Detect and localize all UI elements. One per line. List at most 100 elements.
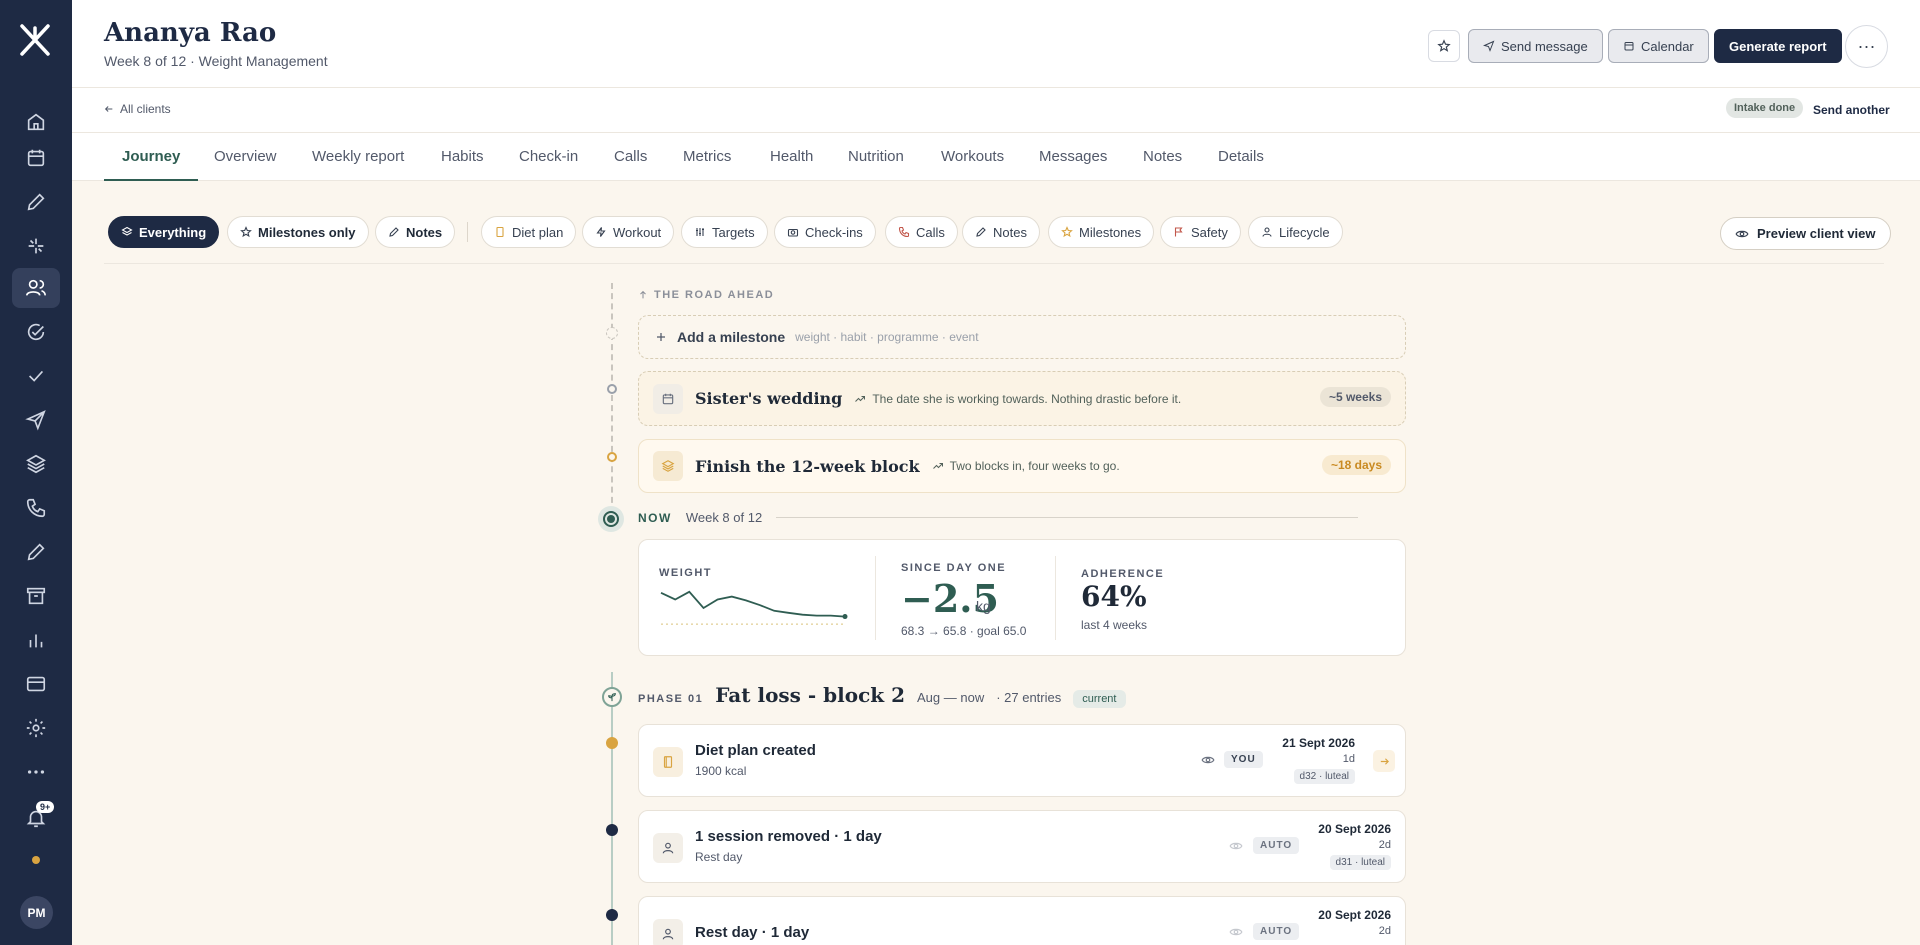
weight-label: WEIGHT <box>659 567 712 579</box>
bar-chart-icon[interactable] <box>12 620 60 660</box>
intake-status-badge: Intake done <box>1726 98 1804 118</box>
event-source-badge: AUTO <box>1253 923 1300 940</box>
milestone-note-text: Two blocks in, four weeks to go. <box>949 459 1120 473</box>
filter-safety[interactable]: Safety <box>1160 216 1241 248</box>
add-milestone-hint: weight · habit · programme · event <box>795 330 979 344</box>
tab-weekly-report[interactable]: Weekly report <box>294 133 422 181</box>
milestone-countdown: ~5 weeks <box>1319 387 1391 407</box>
tab-nutrition[interactable]: Nutrition <box>830 133 922 181</box>
avatar[interactable]: PM <box>20 896 53 929</box>
layers-icon <box>653 451 683 481</box>
credit-card-icon[interactable] <box>12 664 60 704</box>
stat-divider <box>875 556 876 640</box>
milestone-card-block[interactable]: Finish the 12-week block Two blocks in, … <box>638 439 1406 493</box>
visibility-eye-icon[interactable] <box>1229 925 1243 939</box>
filter-diet-plan[interactable]: Diet plan <box>481 216 577 248</box>
filter-notes-main[interactable]: Notes <box>375 216 456 248</box>
calendar-icon[interactable] <box>12 138 60 178</box>
filter-check-ins-label: Check-ins <box>805 224 863 240</box>
visibility-eye-icon[interactable] <box>1201 753 1215 767</box>
filter-workout[interactable]: Workout <box>582 216 675 248</box>
timeline-event[interactable]: 1 session removed · 1 day Rest day AUTO … <box>638 810 1406 883</box>
event-ago: 2d <box>1378 925 1391 937</box>
sliders-icon <box>696 228 704 236</box>
clients-icon[interactable] <box>12 268 60 308</box>
phone-icon[interactable] <box>12 488 60 528</box>
trend-icon <box>932 463 943 469</box>
gear-icon[interactable] <box>12 708 60 748</box>
arrow-right-icon <box>1380 757 1389 765</box>
timeline-event[interactable]: Diet plan created 1900 kcal YOU 21 Sept … <box>638 724 1406 797</box>
star-icon <box>1437 39 1451 52</box>
tab-overview[interactable]: Overview <box>196 133 295 181</box>
send-message-button[interactable]: Send message <box>1468 29 1603 63</box>
event-title: 1 session removed · 1 day <box>695 828 882 845</box>
person-icon <box>653 919 683 945</box>
milestone-card-wedding[interactable]: Sister's wedding The date she is working… <box>638 371 1406 426</box>
timeline-dot-add <box>606 327 618 339</box>
tab-metrics[interactable]: Metrics <box>665 133 749 181</box>
timeline-past-line <box>611 672 613 945</box>
generate-report-button[interactable]: Generate report <box>1714 29 1842 63</box>
app-logo-icon[interactable] <box>18 22 52 58</box>
filter-milestones-label: Milestones <box>1079 224 1142 240</box>
timeline-dot-event-3 <box>606 909 618 921</box>
filter-milestones-only-label: Milestones only <box>258 224 356 240</box>
check-circle-icon[interactable] <box>12 312 60 352</box>
filter-lifecycle[interactable]: Lifecycle <box>1248 216 1343 248</box>
filter-everything-label: Everything <box>139 224 207 240</box>
more-options-button[interactable]: ··· <box>1845 25 1888 68</box>
pencil-icon <box>976 227 986 237</box>
tab-details[interactable]: Details <box>1200 133 1282 181</box>
archive-icon[interactable] <box>12 576 60 616</box>
tab-notes[interactable]: Notes <box>1125 133 1200 181</box>
milestone-note: The date she is working towards. Nothing… <box>854 392 1181 406</box>
pencil-icon[interactable] <box>12 182 60 222</box>
person-icon <box>653 833 683 863</box>
checkmark-icon[interactable] <box>12 356 60 396</box>
preview-client-view-button[interactable]: Preview client view <box>1720 217 1891 250</box>
filter-targets-label: Targets <box>712 224 755 240</box>
tab-check-in[interactable]: Check-in <box>501 133 596 181</box>
trend-icon <box>855 395 866 402</box>
more-horizontal-icon[interactable] <box>12 752 60 792</box>
timeline-dot-wedding <box>607 384 617 394</box>
tab-messages[interactable]: Messages <box>1021 133 1125 181</box>
filter-notes[interactable]: Notes <box>962 216 1040 248</box>
diet-plan-icon <box>653 747 683 777</box>
visibility-eye-icon[interactable] <box>1229 839 1243 853</box>
page-header: Ananya Rao Week 8 of 12 · Weight Managem… <box>72 0 1920 88</box>
tab-journey[interactable]: Journey <box>104 133 199 181</box>
timeline-event[interactable]: Rest day · 1 day AUTO 20 Sept 2026 2d <box>638 896 1406 945</box>
sparkle-icon[interactable] <box>12 226 60 266</box>
filter-notes-label: Notes <box>406 224 443 240</box>
filter-everything[interactable]: Everything <box>108 216 220 248</box>
tab-health[interactable]: Health <box>752 133 831 181</box>
filter-targets[interactable]: Targets <box>681 216 768 248</box>
tab-calls[interactable]: Calls <box>596 133 665 181</box>
filter-safety-label: Safety <box>1191 224 1228 240</box>
edit-icon[interactable] <box>12 532 60 572</box>
favorite-button[interactable] <box>1428 30 1460 62</box>
send-another-link[interactable]: Send another <box>1813 103 1890 117</box>
filter-milestones-only[interactable]: Milestones only <box>227 216 369 248</box>
timeline-future-line <box>611 283 613 513</box>
tab-habits[interactable]: Habits <box>423 133 502 181</box>
send-icon[interactable] <box>12 400 60 440</box>
home-icon[interactable] <box>12 102 60 142</box>
open-event-button[interactable] <box>1373 750 1395 772</box>
layers-icon[interactable] <box>12 444 60 484</box>
filter-calls[interactable]: Calls <box>885 216 958 248</box>
sprout-icon <box>608 693 616 702</box>
filter-milestones[interactable]: Milestones <box>1048 216 1155 248</box>
phase-status-badge: current <box>1073 690 1126 708</box>
event-ago: 2d <box>1378 839 1391 851</box>
filter-check-ins[interactable]: Check-ins <box>774 216 876 248</box>
milestone-title: Finish the 12-week block <box>695 456 920 476</box>
add-milestone-button[interactable]: Add a milestone weight · habit · program… <box>638 315 1406 359</box>
tab-workouts[interactable]: Workouts <box>923 133 1022 181</box>
back-to-clients-link[interactable]: All clients <box>104 102 171 116</box>
calendar-button[interactable]: Calendar <box>1608 29 1709 63</box>
stats-card: WEIGHT SINCE DAY ONE −2.5 kg 68.3 → 65.8… <box>638 539 1406 656</box>
star-icon <box>240 226 252 238</box>
